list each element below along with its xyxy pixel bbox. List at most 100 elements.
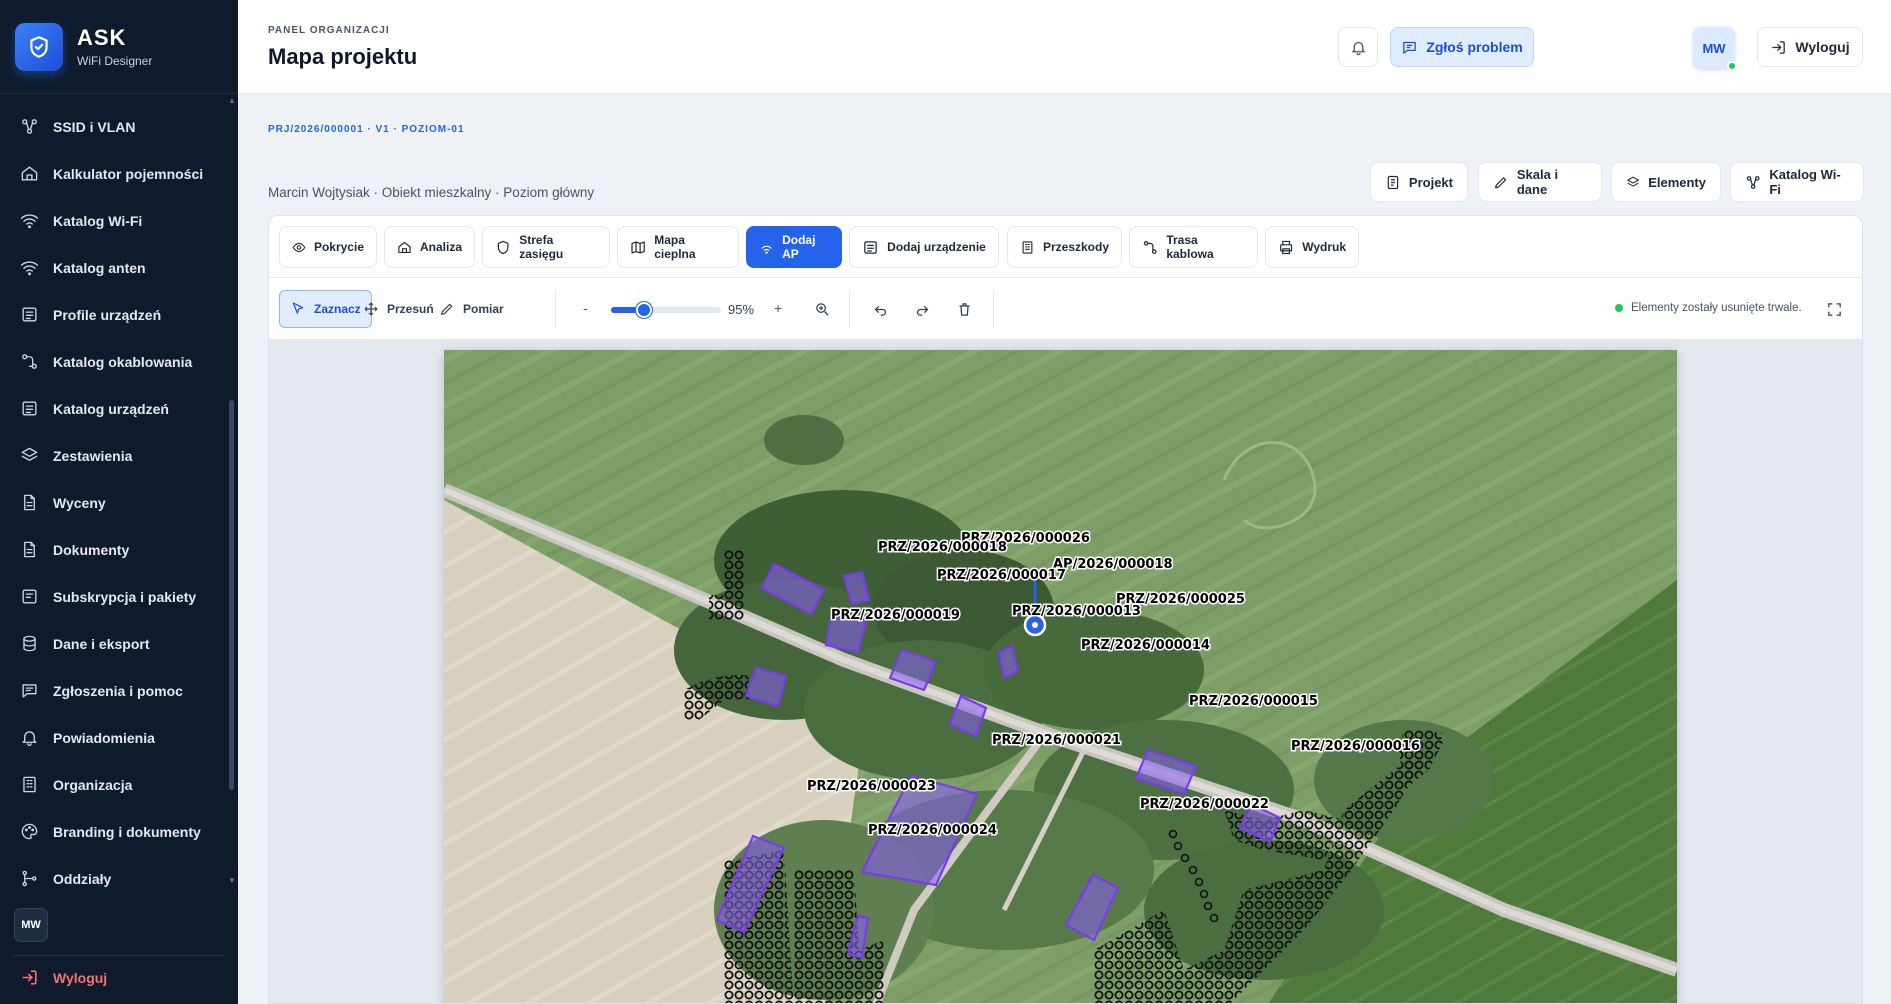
sidebar-item-13[interactable]: Powiadomienia — [0, 714, 230, 761]
sidebar-item-label: Kalkulator pojemności — [53, 165, 204, 182]
map-label[interactable]: PRZ/2026/000024 — [867, 822, 999, 840]
redo-icon — [916, 305, 928, 316]
sidebar-item-8[interactable]: Wyceny — [0, 479, 230, 526]
map-label[interactable]: PRZ/2026/000022 — [1139, 796, 1271, 814]
measure-tool[interactable]: Pomiar — [429, 290, 514, 328]
toolbar-divider — [555, 290, 556, 328]
logout-icon — [22, 970, 37, 985]
scroll-down-icon[interactable]: ▼ — [228, 876, 236, 885]
tab-add-ap[interactable]: Dodaj AP — [746, 226, 842, 268]
map-label[interactable]: PRZ/2026/000016 — [1290, 738, 1422, 756]
branch-icon — [22, 870, 37, 887]
wifi-icon — [20, 214, 39, 229]
status-message: Elementy zostały usunięte trwale. — [1615, 302, 1802, 314]
sidebar-item-label: Oddziały — [53, 870, 112, 887]
redo-button[interactable] — [911, 298, 933, 320]
move-icon — [364, 302, 378, 316]
project-button[interactable]: Projekt — [1370, 162, 1468, 202]
fullscreen-button[interactable] — [1823, 298, 1845, 320]
map-label[interactable]: PRZ/2026/000015 — [1188, 693, 1320, 711]
map-label[interactable]: PRZ/2026/000017 — [936, 567, 1068, 585]
eye-icon — [292, 242, 306, 252]
sidebar-item-12[interactable]: Zgłoszenia i pomoc — [0, 667, 230, 714]
document-icon — [1387, 175, 1399, 189]
aerial-map[interactable]: PRZ/2026/000026 PRZ/2026/000018 AP/2026/00… — [444, 350, 1677, 1004]
cable-icon — [22, 354, 37, 369]
file-icon — [24, 494, 35, 511]
message-icon — [1403, 41, 1417, 54]
map-label[interactable]: PRZ/2026/000021 — [991, 732, 1123, 750]
sidebar-item-11[interactable]: Dane i eksport — [0, 620, 230, 667]
tab-print[interactable]: Wydruk — [1265, 226, 1359, 268]
sidebar-item-2[interactable]: Katalog Wi-Fi — [0, 197, 230, 244]
sidebar-item-1[interactable]: Kalkulator pojemności — [0, 150, 230, 197]
measure-tool-label: Pomiar — [463, 302, 504, 316]
sidebar-logout-button[interactable]: Wyloguj — [20, 968, 107, 987]
sidebar-scrollbar[interactable] — [229, 400, 234, 790]
move-tool-label: Przesuń — [387, 302, 434, 316]
zoom-in-icon — [815, 302, 829, 316]
tab-label: Trasa kablowa — [1166, 233, 1214, 261]
tab-coverage[interactable]: Pokrycie — [279, 226, 377, 268]
project-description: Marcin Wojtysiak · Obiekt mieszkalny · P… — [268, 185, 595, 200]
brand[interactable]: ASK WiFi Designer — [0, 0, 238, 94]
wifi-catalog-button[interactable]: Katalog Wi-Fi — [1730, 162, 1864, 202]
map-label[interactable]: AP/2026/000018 — [1052, 556, 1175, 574]
tab-label: Pokrycie — [313, 240, 364, 254]
sidebar-item-3[interactable]: Katalog anten — [0, 244, 230, 291]
brand-subtitle: WiFi Designer — [77, 54, 153, 68]
user-avatar[interactable]: MW — [1693, 27, 1737, 71]
file-icon — [24, 541, 35, 558]
sidebar-user-avatar[interactable]: MW — [14, 908, 48, 942]
sidebar-item-9[interactable]: Dokumenty — [0, 526, 230, 573]
map-label[interactable]: PRZ/2026/000013 — [1011, 603, 1143, 621]
sidebar-item-7[interactable]: Zestawienia — [0, 432, 230, 479]
sidebar-item-10[interactable]: Subskrypcja i pakiety — [0, 573, 230, 620]
map-canvas-area[interactable]: PRZ/2026/000026 PRZ/2026/000018 AP/2026/00… — [269, 340, 1862, 1004]
home-icon — [398, 241, 411, 253]
delete-button[interactable] — [953, 298, 975, 320]
zoom-slider[interactable] — [611, 302, 721, 318]
map-label[interactable]: PRZ/2026/000014 — [1080, 637, 1212, 655]
zoom-fit-button[interactable] — [811, 298, 833, 320]
undo-icon — [874, 305, 886, 316]
notifications-button[interactable] — [1338, 27, 1378, 67]
sidebar-item-label: SSID i VLAN — [53, 118, 136, 135]
sidebar-item-0[interactable]: SSID i VLAN — [0, 103, 230, 150]
zoom-value: 95% — [728, 302, 755, 317]
tab-label: Przeszkody — [1042, 240, 1109, 254]
map-label[interactable]: PRZ/2026/000018 — [877, 539, 1009, 557]
undo-button[interactable] — [869, 298, 891, 320]
map-label[interactable]: PRZ/2026/000023 — [806, 778, 938, 796]
sidebar-logout-label: Wyloguj — [53, 969, 108, 986]
zoom-in-button[interactable]: + — [774, 300, 782, 316]
sidebar-item-label: Katalog Wi-Fi — [53, 212, 143, 229]
tab-heatmap[interactable]: Mapa cieplna — [617, 226, 739, 268]
sidebar-item-6[interactable]: Katalog urządzeń — [0, 385, 230, 432]
sidebar-item-15[interactable]: Branding i dokumenty — [0, 808, 230, 855]
tab-cable-route[interactable]: Trasa kablowa — [1129, 226, 1258, 268]
scale-data-button[interactable]: Skala i dane — [1478, 162, 1602, 202]
tab-analysis[interactable]: Analiza — [384, 226, 475, 268]
logout-label: Wyloguj — [1795, 39, 1850, 55]
sidebar-item-14[interactable]: Organizacja — [0, 761, 230, 808]
wifi-icon — [761, 245, 772, 254]
tab-label: Strefa zasięgu — [519, 233, 564, 261]
zoom-out-button[interactable]: - — [583, 300, 588, 316]
logout-button[interactable]: Wyloguj — [1757, 27, 1863, 67]
tab-range-zone[interactable]: Strefa zasięgu — [482, 226, 610, 268]
zoom-slider-knob[interactable] — [636, 302, 652, 318]
sidebar-item-16[interactable]: Oddziały — [0, 855, 230, 889]
sidebar-item-5[interactable]: Katalog okablowania — [0, 338, 230, 385]
map-label[interactable]: PRZ/2026/000019 — [830, 607, 962, 625]
home-icon — [21, 166, 38, 181]
report-problem-button[interactable]: Zgłoś problem — [1390, 27, 1534, 67]
palette-icon — [21, 823, 38, 840]
status-text: Elementy zostały usunięte trwale. — [1631, 302, 1802, 314]
sidebar-item-4[interactable]: Profile urządzeń — [0, 291, 230, 338]
elements-button[interactable]: Elementy — [1611, 162, 1721, 202]
tab-obstacles[interactable]: Przeszkody — [1007, 226, 1122, 268]
tab-add-device[interactable]: Dodaj urządzenie — [849, 226, 999, 268]
map-svg[interactable]: PRZ/2026/000026PRZ/2026/000018AP/2026/00… — [444, 350, 1677, 1004]
wifi-catalog-label: Katalog Wi-Fi — [1769, 167, 1841, 197]
